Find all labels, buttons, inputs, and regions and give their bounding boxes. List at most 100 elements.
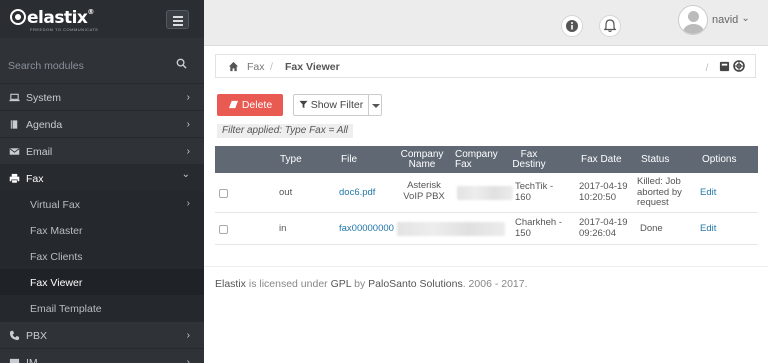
breadcrumb-fax[interactable]: Fax (247, 61, 265, 73)
header-text: Fax (455, 159, 472, 170)
sidebar: elastix® FREEDOM TO COMMUNICATE System ›… (0, 0, 204, 363)
logo-text: elastix (27, 8, 88, 28)
sidebar-subitem-fax-viewer[interactable]: Fax Viewer (0, 269, 204, 295)
column-header-company-name: Company Name (394, 150, 450, 170)
delete-label: Delete (241, 99, 273, 111)
chevron-right-icon: › (186, 330, 190, 341)
user-menu[interactable]: navid ⌄ (712, 13, 750, 26)
breadcrumb-actions: / (706, 60, 745, 74)
chevron-down-icon: ⌄ (741, 13, 750, 24)
footer: Elastix is licensed under GPL by PaloSan… (215, 278, 528, 290)
redacted-company-info (397, 222, 505, 236)
cell-text: 2017-04-19 (579, 181, 628, 192)
header-text: Destiny (512, 159, 546, 170)
logo-bar: elastix® FREEDOM TO COMMUNICATE (0, 0, 204, 38)
cell-status: Killed: Job aborted by request (637, 176, 682, 209)
chevron-down-icon: ⌄ (181, 169, 190, 180)
laptop-icon (9, 93, 20, 102)
chevron-right-icon: › (186, 198, 190, 209)
sidebar-subitem-fax-clients[interactable]: Fax Clients (0, 243, 204, 269)
cell-text: aborted by (637, 186, 682, 198)
elastix-logo[interactable]: elastix® (10, 8, 94, 28)
cell-type: out (279, 187, 293, 198)
sidebar-item-im[interactable]: IM › (0, 348, 204, 363)
sidebar-item-label: System (26, 92, 62, 104)
chat-icon (9, 358, 20, 363)
show-filter-label: Show Filter (310, 99, 364, 111)
cell-status: Done (640, 223, 663, 234)
sidebar-subitem-label: Fax Master (30, 225, 83, 237)
cell-fax-date: 2017-04-19 10:20:50 (579, 181, 628, 203)
hamburger-line (173, 20, 183, 22)
cell-file-link[interactable]: doc6.pdf (339, 187, 375, 199)
edit-link[interactable]: Edit (700, 187, 716, 199)
footer-divider (204, 266, 768, 267)
sidebar-item-pbx[interactable]: PBX › (0, 321, 204, 348)
home-icon[interactable] (228, 61, 239, 72)
menu-toggle-button[interactable] (166, 10, 189, 29)
phone-icon (9, 330, 20, 341)
chevron-right-icon: › (186, 92, 190, 103)
column-header-company-fax: Company Fax (455, 150, 505, 170)
sidebar-item-label: Agenda (26, 119, 63, 131)
cell-text: request (637, 197, 669, 208)
cell-fax-destiny: Charkheh -150 (515, 217, 562, 239)
main-content: Fax / Fax Viewer / Delete Show Filter Fi… (204, 46, 768, 363)
filter-dropdown-toggle[interactable] (368, 94, 382, 116)
footer-text: by (351, 278, 369, 290)
show-filter-button[interactable]: Show Filter (293, 94, 369, 116)
top-bar: navid ⌄ (204, 0, 768, 46)
column-header-status: Status (641, 154, 670, 165)
table-row: out doc6.pdf Asterisk VoIP PBX TechTik -1… (215, 173, 758, 213)
avatar[interactable] (678, 5, 708, 35)
row-select-checkbox[interactable] (219, 189, 228, 198)
filter-applied-note: Filter applied: Type Fax = All (217, 124, 353, 138)
row-select-checkbox[interactable] (219, 225, 228, 234)
sidebar-subitem-email-template[interactable]: Email Template (0, 295, 204, 321)
hamburger-line (173, 24, 183, 26)
sidebar-subitem-label: Fax Clients (30, 251, 83, 263)
sidebar-item-fax[interactable]: Fax ⌄ (0, 164, 204, 191)
redacted-company-fax (457, 186, 513, 200)
sidebar-subitem-fax-master[interactable]: Fax Master (0, 217, 204, 243)
notifications-button[interactable] (599, 15, 621, 37)
search-modules-input[interactable] (8, 58, 168, 74)
footer-elastix-link[interactable]: Elastix (215, 278, 246, 290)
footer-palosanto-link[interactable]: PaloSanto Solutions (368, 278, 463, 290)
column-header-fax-date: Fax Date (581, 154, 622, 165)
cell-fax-date: 2017-04-19 09:26:04 (579, 217, 628, 239)
breadcrumb-separator: / (705, 62, 709, 74)
cell-text: TechTik - (515, 181, 554, 192)
sidebar-subitem-label: Virtual Fax (30, 199, 80, 211)
cell-text: 09:26:04 (579, 227, 616, 239)
search-icon[interactable] (176, 58, 187, 69)
printer-icon (9, 173, 20, 184)
sidebar-subitem-virtual-fax[interactable]: Virtual Fax › (0, 191, 204, 217)
cell-company-name: Asterisk VoIP PBX (398, 180, 450, 202)
delete-button[interactable]: Delete (217, 94, 283, 116)
help-lifebuoy-icon[interactable] (733, 60, 745, 72)
chevron-right-icon: › (186, 146, 190, 157)
cell-file-link[interactable]: fax00000000 (339, 223, 394, 235)
column-header-fax-destiny: Fax Destiny (509, 150, 549, 170)
logo-registered-mark: ® (87, 8, 94, 16)
breadcrumb-current-page: Fax Viewer (285, 61, 340, 73)
breadcrumb: Fax / Fax Viewer / (215, 54, 756, 78)
cell-fax-destiny: TechTik -160 (515, 181, 554, 203)
footer-gpl-link[interactable]: GPL (331, 278, 352, 290)
module-search (0, 50, 204, 82)
sidebar-item-email[interactable]: Email › (0, 137, 204, 164)
sidebar-item-agenda[interactable]: Agenda › (0, 110, 204, 137)
sidebar-subitem-label: Fax Viewer (30, 277, 83, 289)
info-icon (566, 20, 578, 32)
eraser-icon (228, 100, 238, 109)
info-button[interactable] (561, 15, 583, 37)
sidebar-item-system[interactable]: System › (0, 83, 204, 110)
bookmark-icon[interactable] (719, 61, 730, 72)
column-header-file: File (341, 154, 358, 165)
edit-link[interactable]: Edit (700, 223, 716, 235)
breadcrumb-separator: / (270, 61, 273, 73)
filter-icon (299, 100, 308, 109)
cell-text: 150 (515, 227, 531, 239)
envelope-icon (9, 148, 20, 155)
